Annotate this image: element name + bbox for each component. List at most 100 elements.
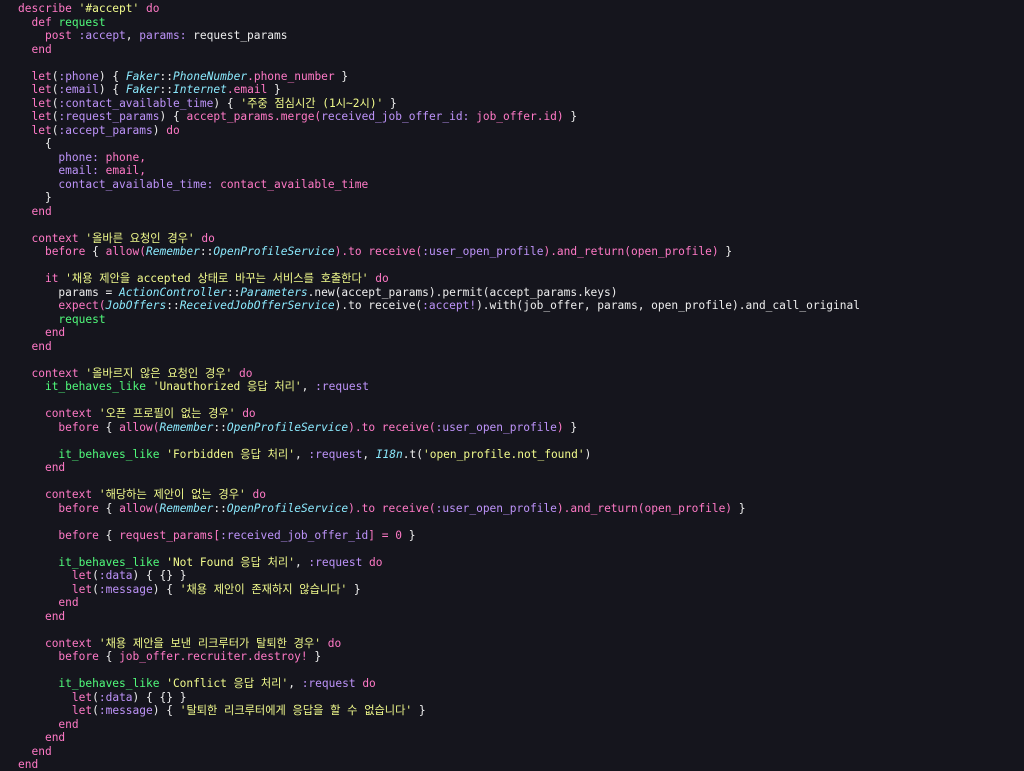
code-token: ).and_return(open_profile) xyxy=(543,245,719,258)
code-line: contact_available_time: contact_availabl… xyxy=(18,178,1024,192)
code-line: params = ActionController::Parameters.ne… xyxy=(18,286,1024,300)
code-token: end xyxy=(44,461,66,474)
code-line: end xyxy=(18,326,1024,340)
code-line: let(:data) { {} } xyxy=(18,691,1024,705)
code-token: :: xyxy=(159,69,173,83)
code-token: ( xyxy=(92,690,99,704)
code-token: } xyxy=(383,96,397,110)
code-line: before { allow(Remember::OpenProfileServ… xyxy=(18,245,1024,259)
code-token: job_offer.id) xyxy=(469,110,564,123)
code-token: OpenProfileService xyxy=(226,501,349,515)
code-token: } xyxy=(732,501,746,515)
code-token: do xyxy=(166,123,180,137)
code-token: request xyxy=(58,15,106,29)
code-token: let xyxy=(71,582,93,596)
code-token: :: xyxy=(226,285,241,299)
code-token: ] = 0 xyxy=(368,528,402,542)
code-token: ).with(job_offer, params, open_profile).… xyxy=(476,299,860,312)
code-token: :request xyxy=(308,447,363,461)
code-token: ) { xyxy=(98,83,126,96)
code-token: :contact_available_time xyxy=(58,96,214,110)
code-token: :message xyxy=(98,704,153,717)
code-token: :: xyxy=(166,299,180,312)
code-token: { xyxy=(98,501,120,515)
code-token: '해당하는 제안이 없는 경우' xyxy=(98,488,246,501)
code-token: let xyxy=(71,569,93,582)
code-token: end xyxy=(18,758,39,771)
code-token: before xyxy=(44,245,86,258)
code-line: it_behaves_like 'Forbidden 응답 처리', :requ… xyxy=(18,448,1024,462)
code-token: :user_open_profile xyxy=(435,420,557,434)
code-token: } xyxy=(307,650,322,663)
code-line: post :accept, params: request_params xyxy=(18,29,1024,43)
code-line: expect(JobOffers::ReceivedJobOfferServic… xyxy=(18,299,1024,313)
code-token: PhoneNumber xyxy=(173,69,248,83)
code-token: , xyxy=(288,677,302,690)
code-token: do xyxy=(368,272,389,285)
code-token: ).to receive( xyxy=(348,420,436,434)
code-line: let(:accept_params) do xyxy=(18,124,1024,138)
code-token: '채용 제안을 accepted 상태로 바꾸는 서비스를 호출한다' xyxy=(65,272,369,285)
code-lines: describe '#accept' do def request post :… xyxy=(18,2,1024,771)
code-token: '올바른 요청인 경우' xyxy=(85,231,195,245)
code-token: } xyxy=(401,528,416,542)
code-token: end xyxy=(31,42,52,56)
code-token: contact_available_time: xyxy=(58,177,214,191)
code-token: ) { xyxy=(152,704,180,717)
code-token: Faker xyxy=(125,83,160,96)
code-token: ) { xyxy=(159,110,187,123)
code-token: request_params xyxy=(186,29,288,42)
code-token: it_behaves_like xyxy=(58,555,167,569)
code-token: { xyxy=(18,137,52,150)
code-token: email, xyxy=(98,164,146,177)
code-token: ) xyxy=(556,420,564,434)
code-token: ( xyxy=(92,704,99,717)
code-token: do xyxy=(232,366,253,380)
code-token: ) xyxy=(152,123,167,137)
code-token: ).to receive( xyxy=(334,299,423,312)
code-line: it '채용 제안을 accepted 상태로 바꾸는 서비스를 호출한다' d… xyxy=(18,272,1024,286)
code-token: context xyxy=(44,407,99,420)
code-token: ).and_return(open_profile) xyxy=(556,501,733,515)
code-token: do xyxy=(245,488,266,501)
code-token: :accept xyxy=(78,29,126,42)
code-line: before { allow(Remember::OpenProfileServ… xyxy=(18,502,1024,516)
code-editor[interactable]: describe '#accept' do def request post :… xyxy=(0,0,1024,771)
code-token: , xyxy=(294,555,309,569)
code-token: ).to receive( xyxy=(334,245,423,258)
code-token: request_params[ xyxy=(119,528,221,542)
code-token: allow( xyxy=(105,245,147,258)
code-token: let xyxy=(31,110,52,123)
code-line: context '올바르지 않은 요청인 경우' do xyxy=(18,367,1024,381)
code-token: let xyxy=(31,83,52,96)
code-token: ActionController xyxy=(119,285,227,299)
code-token: } xyxy=(334,69,349,83)
code-token: email: xyxy=(58,164,99,177)
code-line: { xyxy=(18,137,1024,151)
code-token: 'Forbidden 응답 처리' xyxy=(166,447,295,461)
code-line: end xyxy=(18,731,1024,745)
code-token: allow( xyxy=(119,501,160,515)
code-token: :user_open_profile xyxy=(435,501,557,515)
code-line: before { job_offer.recruiter.destroy! } xyxy=(18,650,1024,664)
